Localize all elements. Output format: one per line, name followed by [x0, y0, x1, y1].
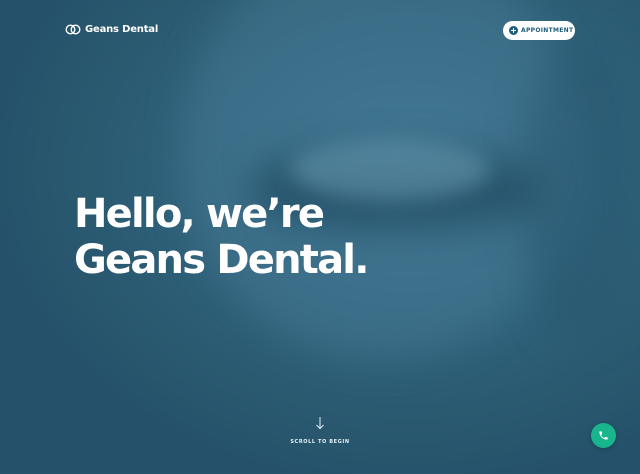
plus-circle-icon [509, 26, 518, 35]
hero-heading: Hello, we’re Geans Dental. [74, 191, 369, 283]
brand-logo-link[interactable]: Geans Dental [65, 24, 158, 35]
hero-heading-line-2: Geans Dental. [74, 237, 369, 283]
appointment-button-label: APPOINTMENT [521, 27, 574, 34]
hero-heading-line-1: Hello, we’re [74, 191, 325, 237]
phone-icon [599, 431, 608, 440]
brand-name: Geans Dental [85, 24, 159, 35]
scroll-label: SCROLL TO BEGIN [290, 439, 350, 445]
site-header: Geans Dental APPOINTMENT [0, 0, 640, 60]
double-ring-logo-icon [65, 24, 81, 35]
arrow-down-icon [316, 417, 324, 430]
scroll-to-begin-link[interactable]: SCROLL TO BEGIN [270, 416, 370, 445]
appointment-button[interactable]: APPOINTMENT [503, 21, 575, 40]
call-button[interactable] [591, 423, 616, 448]
